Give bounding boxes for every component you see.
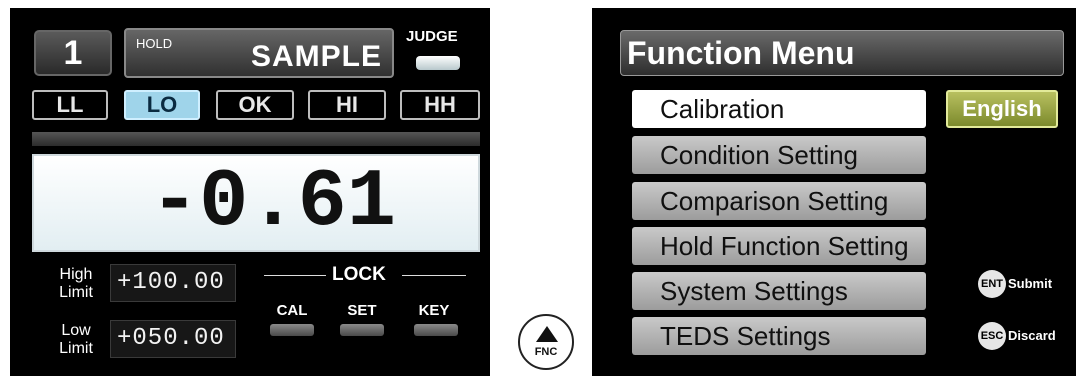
lock-line-right <box>402 275 466 276</box>
triangle-up-icon <box>536 326 558 342</box>
low-limit-label-line2: Limit <box>59 340 93 357</box>
measurement-display: 1 HOLD SAMPLE JUDGE LL LO OK HI HH -0.61… <box>10 8 490 376</box>
separator-bar <box>32 132 480 146</box>
menu-item-teds-settings[interactable]: TEDS Settings <box>632 317 926 355</box>
lock-key-lamp[interactable] <box>414 324 458 336</box>
judge-label: JUDGE <box>406 28 458 45</box>
lock-cal-lamp[interactable] <box>270 324 314 336</box>
language-button[interactable]: English <box>946 90 1058 128</box>
hold-indicator: HOLD <box>136 36 173 51</box>
ent-key-icon: ENT <box>978 270 1006 298</box>
judge-lamp <box>416 56 460 70</box>
function-menu-title: Function Menu <box>620 30 1064 76</box>
low-limit-label: Low Limit <box>48 322 104 358</box>
menu-item-calibration[interactable]: Calibration <box>632 90 926 128</box>
high-limit-value[interactable]: +100.00 <box>110 264 236 302</box>
judge-button-ok[interactable]: OK <box>216 90 294 120</box>
menu-item-system-settings[interactable]: System Settings <box>632 272 926 310</box>
menu-item-condition-setting[interactable]: Condition Setting <box>632 136 926 174</box>
judge-button-hi[interactable]: HI <box>308 90 386 120</box>
lock-key-label: KEY <box>418 302 450 319</box>
menu-item-comparison-setting[interactable]: Comparison Setting <box>632 182 926 220</box>
mode-label: SAMPLE <box>250 40 382 73</box>
low-limit-label-line1: Low <box>61 322 91 339</box>
channel-number[interactable]: 1 <box>34 30 112 76</box>
judge-button-lo[interactable]: LO <box>124 90 200 120</box>
high-limit-label: High Limit <box>48 266 104 302</box>
lock-set-lamp[interactable] <box>340 324 384 336</box>
low-limit-value[interactable]: +050.00 <box>110 320 236 358</box>
lock-title: LOCK <box>332 264 386 285</box>
measured-value: -0.61 <box>32 154 480 252</box>
mode-display: HOLD SAMPLE <box>124 28 394 78</box>
function-menu-screen: Function Menu Calibration Condition Sett… <box>592 8 1076 376</box>
fnc-button[interactable]: FNC <box>518 314 574 370</box>
fnc-button-label: FNC <box>534 346 558 358</box>
lock-cal-label: CAL <box>276 302 308 319</box>
menu-item-hold-function-setting[interactable]: Hold Function Setting <box>632 227 926 265</box>
lock-line-left <box>264 275 326 276</box>
high-limit-label-line1: High <box>59 266 93 283</box>
esc-key-icon: ESC <box>978 322 1006 350</box>
high-limit-label-line2: Limit <box>59 284 93 301</box>
lock-set-label: SET <box>347 302 377 319</box>
judge-button-ll[interactable]: LL <box>32 90 108 120</box>
escape-hint-text: Discard <box>1008 328 1056 343</box>
enter-hint-text: Submit <box>1008 276 1053 291</box>
judge-button-hh[interactable]: HH <box>400 90 480 120</box>
